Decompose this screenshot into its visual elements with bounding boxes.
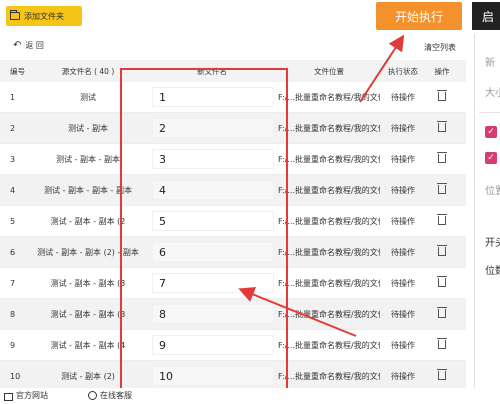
cell-location: F:/...批量重命名教程/我的文件... bbox=[278, 154, 380, 164]
panel-item-digits: 位数 bbox=[485, 266, 500, 277]
header-no: 编号 bbox=[10, 66, 25, 76]
cell-status: 待操作 bbox=[391, 309, 415, 319]
cell-location: F:/...批量重命名教程/我的文件... bbox=[278, 247, 380, 257]
header-location: 文件位置 bbox=[314, 66, 344, 76]
cell-location: F:/...批量重命名教程/我的文件... bbox=[278, 309, 380, 319]
checkbox-checked-icon[interactable]: ✓ bbox=[485, 126, 497, 138]
cell-no: 5 bbox=[10, 216, 16, 226]
cell-op bbox=[426, 213, 458, 227]
trash-icon[interactable] bbox=[437, 151, 447, 163]
trash-icon[interactable] bbox=[437, 182, 447, 194]
cell-status: 待操作 bbox=[391, 247, 415, 257]
cell-no: 4 bbox=[10, 185, 16, 195]
cell-op bbox=[426, 337, 458, 351]
cell-no: 6 bbox=[10, 247, 16, 257]
cell-no: 1 bbox=[10, 92, 16, 102]
clear-list-button[interactable]: 清空列表 bbox=[424, 42, 456, 53]
trash-icon[interactable] bbox=[437, 120, 447, 132]
website-link[interactable]: 官方网站 bbox=[4, 390, 48, 401]
trash-icon[interactable] bbox=[437, 275, 447, 287]
cell-op bbox=[426, 120, 458, 134]
cell-status: 待操作 bbox=[391, 340, 415, 350]
cell-status: 待操作 bbox=[391, 154, 415, 164]
cell-op bbox=[426, 151, 458, 165]
support-label: 在线客服 bbox=[100, 391, 132, 400]
start-button[interactable]: 开始执行 bbox=[376, 2, 462, 30]
website-label: 官方网站 bbox=[16, 391, 48, 400]
cell-status: 待操作 bbox=[391, 123, 415, 133]
checkbox-checked-icon[interactable]: ✓ bbox=[485, 152, 497, 164]
trash-icon[interactable] bbox=[437, 306, 447, 318]
back-label: 返 回 bbox=[25, 41, 44, 50]
person-icon bbox=[88, 391, 97, 400]
cell-op bbox=[426, 182, 458, 196]
header-op: 操作 bbox=[434, 66, 450, 76]
panel-divider bbox=[479, 112, 500, 113]
cell-op bbox=[426, 306, 458, 320]
cell-location: F:/...批量重命名教程/我的文件... bbox=[278, 278, 380, 288]
side-panel-button[interactable]: 启 bbox=[472, 2, 500, 30]
cell-status: 待操作 bbox=[391, 92, 415, 102]
cell-location: F:/...批量重命名教程/我的文件... bbox=[278, 92, 380, 102]
annotation-highlight-box bbox=[120, 68, 288, 398]
cell-status: 待操作 bbox=[391, 371, 415, 381]
trash-icon[interactable] bbox=[437, 213, 447, 225]
add-folder-button[interactable]: 添加文件夹 bbox=[6, 6, 82, 26]
cell-status: 待操作 bbox=[391, 185, 415, 195]
trash-icon[interactable] bbox=[437, 368, 447, 380]
cell-no: 10 bbox=[10, 371, 21, 381]
trash-icon[interactable] bbox=[437, 337, 447, 349]
trash-icon[interactable] bbox=[437, 244, 447, 256]
cell-location: F:/...批量重命名教程/我的文件... bbox=[278, 185, 380, 195]
cell-op bbox=[426, 89, 458, 103]
cell-no: 3 bbox=[10, 154, 16, 164]
header-status: 执行状态 bbox=[388, 66, 418, 76]
home-icon bbox=[4, 392, 13, 401]
panel-item-prefix: 开头 bbox=[485, 238, 500, 249]
trash-icon[interactable] bbox=[437, 89, 447, 101]
cell-no: 8 bbox=[10, 309, 16, 319]
add-folder-label: 添加文件夹 bbox=[24, 11, 64, 21]
cell-op bbox=[426, 275, 458, 289]
cell-status: 待操作 bbox=[391, 278, 415, 288]
support-link[interactable]: 在线客服 bbox=[88, 390, 132, 401]
top-toolbar: 添加文件夹 开始执行 启 bbox=[0, 0, 500, 34]
cell-location: F:/...批量重命名教程/我的文件... bbox=[278, 371, 380, 381]
panel-item-size: 大小 bbox=[485, 88, 500, 99]
back-arrow-icon: ↶ bbox=[13, 40, 22, 51]
footer: 官方网站 在线客服 bbox=[0, 388, 500, 404]
cell-no: 9 bbox=[10, 340, 16, 350]
cell-location: F:/...批量重命名教程/我的文件... bbox=[278, 123, 380, 133]
cell-status: 待操作 bbox=[391, 216, 415, 226]
cell-op bbox=[426, 368, 458, 382]
settings-panel: 新 大小 ✓ ✓ 位置 开头 位数 bbox=[474, 34, 500, 404]
folder-plus-icon bbox=[10, 10, 20, 20]
cell-location: F:/...批量重命名教程/我的文件... bbox=[278, 340, 380, 350]
back-button[interactable]: ↶ 返 回 bbox=[13, 40, 44, 51]
cell-location: F:/...批量重命名教程/我的文件... bbox=[278, 216, 380, 226]
panel-item-position: 位置 bbox=[485, 186, 500, 197]
cell-op bbox=[426, 244, 458, 258]
cell-no: 2 bbox=[10, 123, 16, 133]
panel-item-new: 新 bbox=[485, 58, 495, 69]
cell-no: 7 bbox=[10, 278, 16, 288]
list-toolbar: ↶ 返 回 清空列表 bbox=[0, 34, 466, 60]
